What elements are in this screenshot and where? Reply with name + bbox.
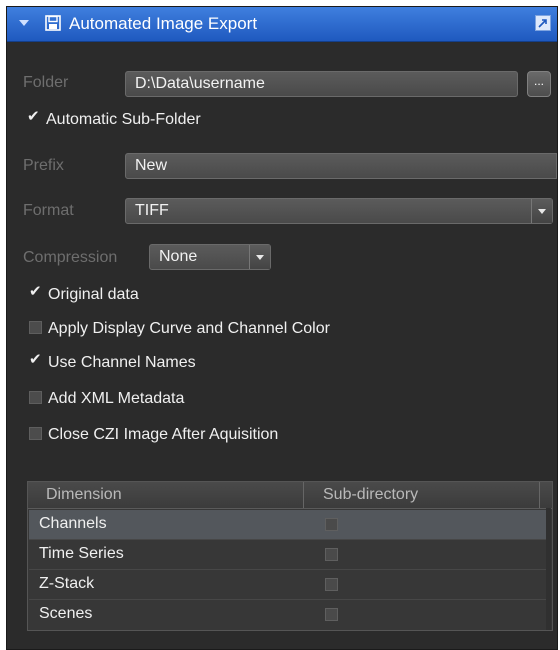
format-select[interactable]: TIFF — [125, 198, 553, 224]
column-header-dimension[interactable]: Dimension — [46, 486, 122, 504]
auto-subfolder-checkbox[interactable]: Automatic Sub-Folder — [27, 108, 201, 133]
panel-title: Automated Image Export — [69, 14, 258, 33]
subdirectory-checkbox[interactable] — [325, 578, 338, 591]
browse-folder-button[interactable]: ... — [527, 71, 551, 97]
dimension-table: Dimension Sub-directory Channels Time Se… — [27, 481, 553, 631]
compression-select[interactable]: None — [149, 244, 271, 270]
apply-display-curve-checkbox[interactable]: Apply Display Curve and Channel Color — [29, 320, 330, 342]
folder-label: Folder — [23, 74, 69, 91]
format-label: Format — [23, 202, 74, 219]
column-divider[interactable] — [539, 482, 540, 508]
chevron-down-icon[interactable] — [19, 20, 29, 26]
subdirectory-checkbox[interactable] — [325, 608, 338, 621]
panel-titlebar[interactable]: Automated Image Export — [7, 7, 557, 42]
table-row[interactable]: Scenes — [29, 600, 546, 629]
compression-label: Compression — [23, 249, 118, 266]
table-row[interactable]: Time Series — [29, 540, 546, 569]
option-label: Use Channel Names — [48, 354, 196, 371]
undock-icon[interactable] — [535, 15, 551, 31]
close-czi-checkbox[interactable]: Close CZI Image After Aquisition — [29, 426, 278, 448]
subdirectory-checkbox[interactable] — [325, 548, 338, 561]
add-xml-metadata-checkbox[interactable]: Add XML Metadata — [29, 390, 184, 412]
original-data-checkbox[interactable]: Original data — [29, 283, 139, 308]
dimension-cell: Time Series — [39, 545, 124, 562]
option-label: Add XML Metadata — [48, 390, 185, 407]
option-label: Close CZI Image After Aquisition — [48, 426, 279, 443]
automated-image-export-panel: Automated Image Export Folder D:\Data\us… — [6, 6, 558, 650]
folder-input[interactable]: D:\Data\username — [125, 71, 518, 97]
checkbox-box-icon — [29, 390, 42, 404]
checkmark-icon — [27, 108, 40, 126]
chevron-down-icon[interactable] — [249, 245, 270, 269]
format-value: TIFF — [135, 202, 169, 219]
checkbox-box-icon — [29, 320, 42, 334]
option-label: Original data — [48, 286, 139, 303]
column-divider[interactable] — [303, 482, 304, 508]
column-header-subdirectory[interactable]: Sub-directory — [323, 486, 418, 504]
save-disk-icon — [45, 15, 61, 31]
compression-value: None — [159, 248, 198, 265]
use-channel-names-checkbox[interactable]: Use Channel Names — [29, 351, 196, 376]
checkmark-icon — [29, 351, 42, 369]
dimension-cell: Z-Stack — [39, 575, 95, 592]
dimension-cell: Scenes — [39, 605, 93, 622]
checkbox-box-icon — [29, 426, 42, 440]
prefix-label: Prefix — [23, 157, 64, 174]
auto-subfolder-label: Automatic Sub-Folder — [46, 111, 201, 128]
dimension-cell: Channels — [39, 515, 107, 532]
chevron-down-icon[interactable] — [531, 199, 552, 223]
table-scrollbar[interactable] — [546, 508, 551, 630]
table-header: Dimension Sub-directory — [28, 482, 552, 509]
subdirectory-checkbox[interactable] — [325, 518, 338, 531]
option-label: Apply Display Curve and Channel Color — [48, 320, 330, 337]
checkmark-icon — [29, 283, 42, 301]
table-row[interactable]: Channels — [29, 510, 546, 539]
table-row[interactable]: Z-Stack — [29, 570, 546, 599]
prefix-input[interactable]: New — [125, 153, 557, 179]
